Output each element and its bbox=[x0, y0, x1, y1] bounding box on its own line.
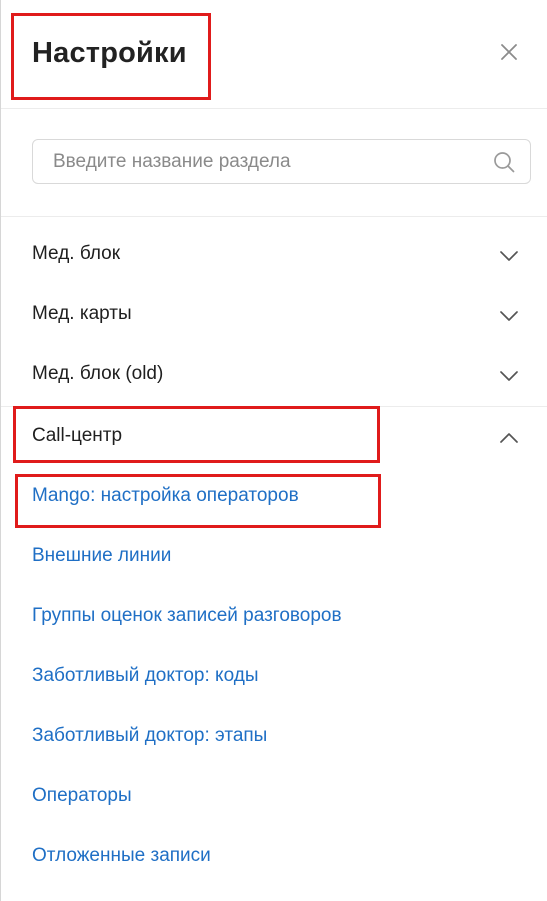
section-call-center[interactable]: Call-центр bbox=[1, 407, 547, 467]
section-label: Мед. блок bbox=[32, 243, 121, 264]
chevron-down-icon bbox=[500, 251, 518, 261]
menu-link-call-rating-groups[interactable]: Группы оценок записей разговоров bbox=[32, 603, 342, 629]
menu-link-mango-operators[interactable]: Mango: настройка операторов bbox=[32, 483, 299, 509]
menu-link-operators[interactable]: Операторы bbox=[32, 783, 132, 809]
search-box bbox=[32, 139, 531, 184]
chevron-up-icon bbox=[500, 433, 518, 443]
close-icon bbox=[501, 44, 517, 60]
section-label: Мед. блок (old) bbox=[32, 363, 164, 384]
section-label: Call-центр bbox=[32, 425, 123, 446]
section-med-cards[interactable]: Мед. карты bbox=[1, 285, 547, 345]
search-input[interactable] bbox=[33, 140, 473, 183]
menu-link-deferred-records[interactable]: Отложенные записи bbox=[32, 843, 211, 869]
search-icon[interactable] bbox=[492, 150, 516, 174]
close-button[interactable] bbox=[495, 38, 523, 66]
search-section bbox=[1, 109, 547, 217]
menu-link-external-lines[interactable]: Внешние линии bbox=[32, 543, 171, 569]
chevron-down-icon bbox=[500, 371, 518, 381]
menu-link-caring-doctor-stages[interactable]: Заботливый доктор: этапы bbox=[32, 723, 267, 749]
chevron-down-icon bbox=[500, 311, 518, 321]
menu-link-caring-doctor-codes[interactable]: Заботливый доктор: коды bbox=[32, 663, 258, 689]
page-title: Настройки bbox=[32, 37, 187, 69]
section-med-block[interactable]: Мед. блок bbox=[1, 225, 547, 285]
section-med-block-old[interactable]: Мед. блок (old) bbox=[1, 345, 547, 405]
panel-header: Настройки bbox=[1, 0, 547, 109]
section-label: Мед. карты bbox=[32, 303, 132, 324]
settings-panel: Настройки Мед. блок Мед. карты bbox=[1, 0, 547, 901]
